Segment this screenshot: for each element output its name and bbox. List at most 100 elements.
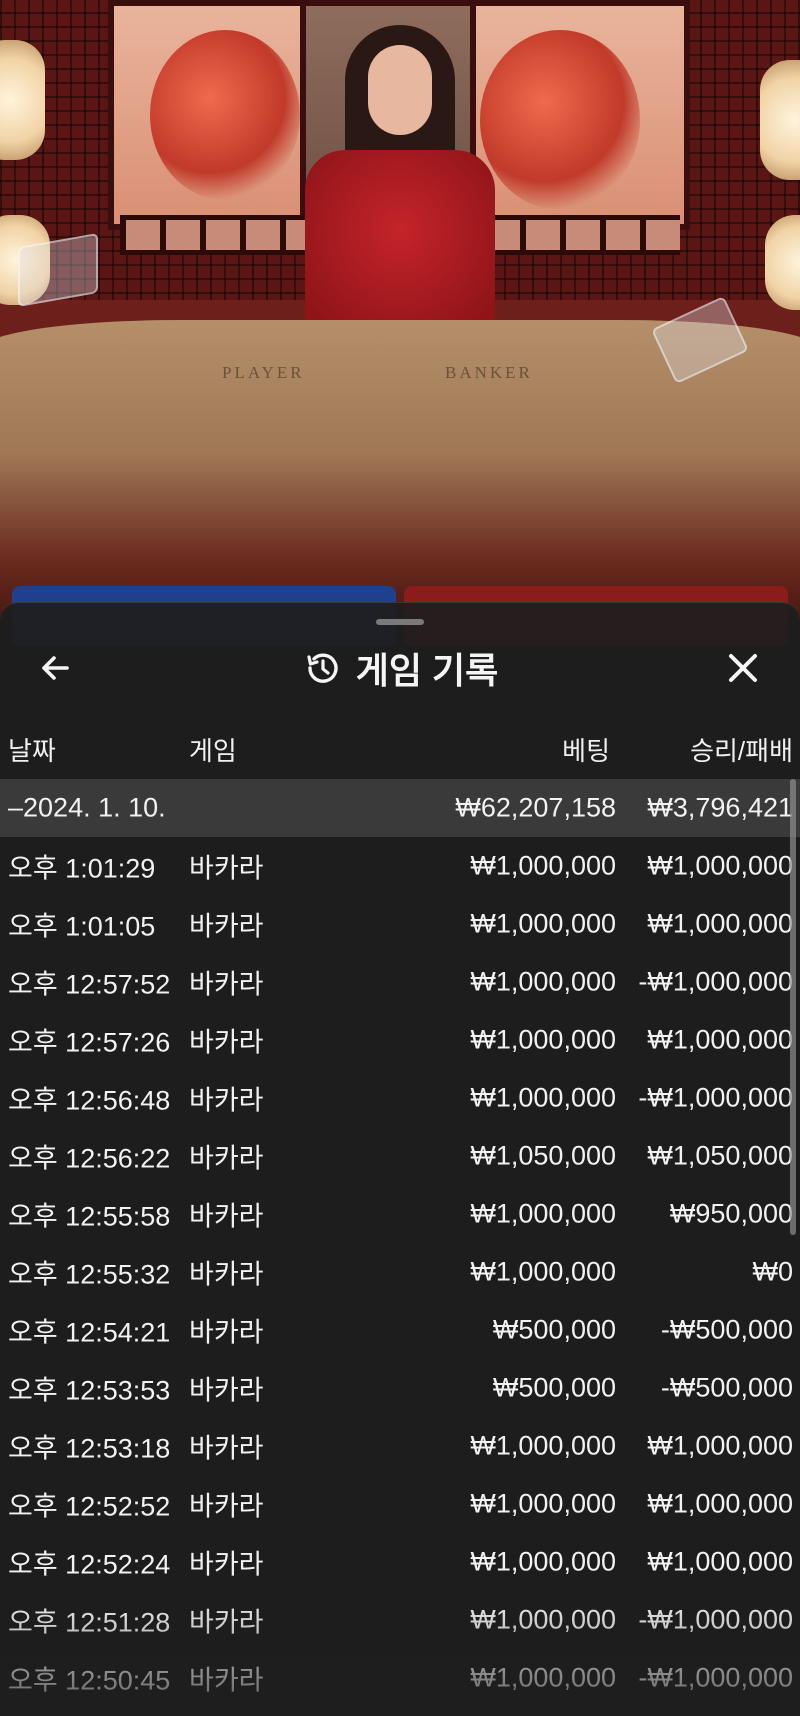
sheet-drag-handle[interactable] — [376, 619, 424, 625]
history-scrollbar[interactable] — [790, 779, 796, 1235]
history-row[interactable]: 오후 12:53:53 바카라 ₩500,000 -₩500,000 — [0, 1359, 800, 1417]
row-game: 바카라 — [189, 1549, 264, 1580]
row-time: 오후 12:56:22 — [8, 1143, 171, 1174]
row-game: 바카라 — [189, 911, 264, 942]
history-row[interactable]: 오후 12:54:21 바카라 ₩500,000 -₩500,000 — [0, 1301, 800, 1359]
row-win-loss: ₩1,000,000 — [647, 908, 793, 939]
history-row[interactable]: 오후 12:57:26 바카라 ₩1,000,000 ₩1,000,000 — [0, 1011, 800, 1069]
history-row[interactable]: 오후 12:51:28 바카라 ₩1,000,000 -₩1,000,000 — [0, 1591, 800, 1649]
table-label-banker: BANKER — [445, 363, 533, 382]
row-win-loss: -₩1,000,000 — [638, 1662, 793, 1693]
close-icon — [729, 654, 757, 682]
sheet-title: 게임 기록 — [0, 633, 800, 703]
row-game: 바카라 — [189, 1607, 264, 1638]
date-group-date: –2024. 1. 10. — [8, 792, 166, 823]
history-clock-icon — [307, 653, 338, 683]
row-win-loss: ₩1,000,000 — [647, 850, 793, 881]
lantern-right-lower-decoration — [765, 215, 800, 310]
row-time: 오후 12:52:24 — [8, 1549, 171, 1580]
row-game: 바카라 — [189, 1375, 264, 1406]
history-row[interactable]: 오후 12:52:52 바카라 ₩1,000,000 ₩1,000,000 — [0, 1475, 800, 1533]
sheet-header: 게임 기록 — [0, 633, 800, 703]
dealer-face — [368, 45, 432, 135]
column-header-win-loss: 승리/패배 — [690, 736, 793, 766]
row-time: 오후 12:55:32 — [8, 1259, 171, 1290]
row-game: 바카라 — [189, 1433, 264, 1464]
lantern-right-decoration — [760, 60, 800, 180]
row-bet: ₩1,000,000 — [470, 1082, 616, 1113]
date-group-win-loss-total: ₩3,796,421 — [647, 792, 793, 823]
close-button[interactable] — [716, 641, 770, 695]
row-game: 바카라 — [189, 853, 264, 884]
row-time: 오후 1:01:29 — [8, 853, 156, 884]
history-list[interactable]: –2024. 1. 10. ₩62,207,158 ₩3,796,421 오후 … — [0, 779, 800, 1707]
row-time: 오후 12:51:28 — [8, 1607, 171, 1638]
row-bet: ₩1,000,000 — [470, 1488, 616, 1519]
row-time: 오후 12:54:21 — [8, 1317, 171, 1348]
history-row[interactable]: 오후 12:57:52 바카라 ₩1,000,000 -₩1,000,000 — [0, 953, 800, 1011]
row-win-loss: -₩500,000 — [660, 1314, 793, 1345]
row-win-loss: -₩1,000,000 — [638, 1604, 793, 1635]
row-bet: ₩1,000,000 — [470, 1604, 616, 1635]
history-row[interactable]: 오후 12:55:58 바카라 ₩1,000,000 ₩950,000 — [0, 1185, 800, 1243]
row-game: 바카라 — [189, 1027, 264, 1058]
row-win-loss: -₩500,000 — [660, 1372, 793, 1403]
row-time: 오후 12:53:53 — [8, 1375, 171, 1406]
row-win-loss: ₩1,000,000 — [647, 1546, 793, 1577]
row-bet: ₩1,000,000 — [470, 850, 616, 881]
row-win-loss: -₩1,000,000 — [638, 966, 793, 997]
row-bet: ₩1,000,000 — [470, 1430, 616, 1461]
column-headers: 날짜 게임 베팅 승리/패배 — [0, 731, 800, 771]
history-row[interactable]: 오후 12:52:24 바카라 ₩1,000,000 ₩1,000,000 — [0, 1533, 800, 1591]
row-bet: ₩1,000,000 — [470, 1662, 616, 1693]
game-history-sheet: 게임 기록 날짜 게임 베팅 승리/패배 –2024. 1. 10. ₩62,2… — [0, 602, 800, 1716]
history-row[interactable]: 오후 1:01:29 바카라 ₩1,000,000 ₩1,000,000 — [0, 837, 800, 895]
row-time: 오후 12:50:45 — [8, 1665, 171, 1696]
row-game: 바카라 — [189, 1317, 264, 1348]
row-game: 바카라 — [189, 1491, 264, 1522]
row-win-loss: ₩950,000 — [669, 1198, 793, 1229]
row-bet: ₩1,000,000 — [470, 1024, 616, 1055]
history-row[interactable]: 오후 1:01:05 바카라 ₩1,000,000 ₩1,000,000 — [0, 895, 800, 953]
row-game: 바카라 — [189, 969, 264, 1000]
row-time: 오후 12:53:18 — [8, 1433, 171, 1464]
table-label-player: PLAYER — [222, 363, 305, 382]
row-game: 바카라 — [189, 1201, 264, 1232]
row-bet: ₩500,000 — [492, 1372, 616, 1403]
row-bet: ₩1,000,000 — [470, 966, 616, 997]
row-win-loss: ₩1,000,000 — [647, 1488, 793, 1519]
row-bet: ₩500,000 — [492, 1314, 616, 1345]
blossom-decoration — [150, 30, 300, 200]
row-game: 바카라 — [189, 1259, 264, 1290]
row-win-loss: ₩1,000,000 — [647, 1024, 793, 1055]
history-row[interactable]: 오후 12:53:18 바카라 ₩1,000,000 ₩1,000,000 — [0, 1417, 800, 1475]
row-win-loss: -₩1,000,000 — [638, 1082, 793, 1113]
history-row[interactable]: 오후 12:56:48 바카라 ₩1,000,000 -₩1,000,000 — [0, 1069, 800, 1127]
lantern-left-decoration — [0, 40, 45, 160]
history-row[interactable]: 오후 12:56:22 바카라 ₩1,050,000 ₩1,050,000 — [0, 1127, 800, 1185]
sheet-title-text: 게임 기록 — [355, 650, 499, 691]
row-game: 바카라 — [189, 1665, 264, 1696]
date-group-row[interactable]: –2024. 1. 10. ₩62,207,158 ₩3,796,421 — [0, 779, 800, 837]
row-time: 오후 12:55:58 — [8, 1201, 171, 1232]
date-group-bet-total: ₩62,207,158 — [455, 792, 616, 823]
column-header-bet: 베팅 — [562, 736, 610, 766]
row-time: 오후 12:52:52 — [8, 1491, 171, 1522]
row-time: 오후 1:01:05 — [8, 911, 156, 942]
live-dealer-video: PLAYER BANKER — [0, 0, 800, 620]
row-time: 오후 12:57:52 — [8, 969, 171, 1000]
row-bet: ₩1,000,000 — [470, 1546, 616, 1577]
row-game: 바카라 — [189, 1143, 264, 1174]
history-row[interactable]: 오후 12:55:32 바카라 ₩1,000,000 ₩0 — [0, 1243, 800, 1301]
blossom-decoration — [480, 30, 640, 210]
column-header-game: 게임 — [189, 736, 237, 766]
row-bet: ₩1,000,000 — [470, 1198, 616, 1229]
row-win-loss: ₩0 — [752, 1256, 794, 1287]
history-row[interactable]: 오후 12:50:45 바카라 ₩1,000,000 -₩1,000,000 — [0, 1649, 800, 1707]
column-header-date: 날짜 — [8, 736, 56, 766]
row-bet: ₩1,050,000 — [470, 1140, 616, 1171]
row-win-loss: ₩1,000,000 — [647, 1430, 793, 1461]
row-win-loss: ₩1,050,000 — [647, 1140, 793, 1171]
row-time: 오후 12:56:48 — [8, 1085, 171, 1116]
row-bet: ₩1,000,000 — [470, 908, 616, 939]
